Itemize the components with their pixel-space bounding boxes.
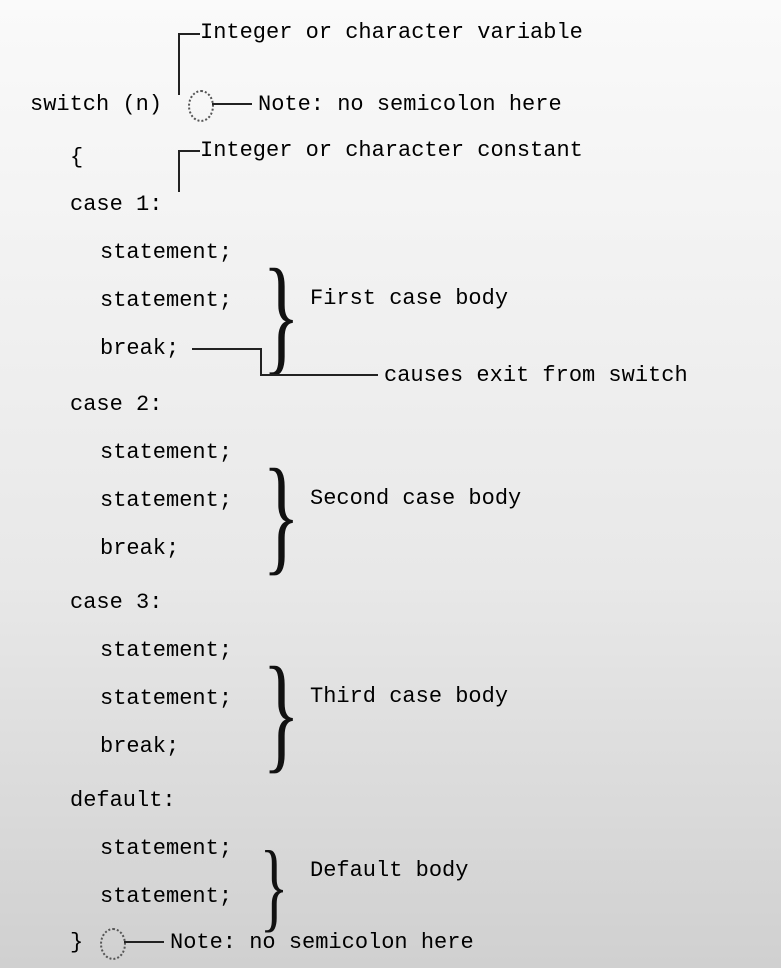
code-open-brace: { <box>70 145 83 170</box>
code-default-stmt2: statement; <box>100 884 232 909</box>
code-default: default: <box>70 788 176 813</box>
code-case1: case 1: <box>70 192 162 217</box>
code-case2: case 2: <box>70 392 162 417</box>
label-third-body: Third case body <box>310 684 508 709</box>
code-close-brace: } <box>70 930 83 955</box>
brace-first-body: } <box>262 250 299 380</box>
lead-line-no-semicolon-top <box>212 103 252 105</box>
code-case3-break: break; <box>100 734 179 759</box>
code-case2-break: break; <box>100 536 179 561</box>
code-case2-stmt1: statement; <box>100 440 232 465</box>
code-default-stmt1: statement; <box>100 836 232 861</box>
brace-default-body: } <box>260 836 289 936</box>
label-no-semicolon-bottom: Note: no semicolon here <box>170 930 474 955</box>
brace-second-body: } <box>262 450 299 580</box>
code-case3: case 3: <box>70 590 162 615</box>
code-case1-stmt1: statement; <box>100 240 232 265</box>
label-default-body: Default body <box>310 858 468 883</box>
code-case3-stmt1: statement; <box>100 638 232 663</box>
lead-line-exit-h2 <box>260 374 378 376</box>
code-case3-stmt2: statement; <box>100 686 232 711</box>
lead-line-exit-v <box>260 348 262 376</box>
lead-corner-constant <box>178 150 200 192</box>
code-case1-stmt2: statement; <box>100 288 232 313</box>
code-case1-break: break; <box>100 336 179 361</box>
brace-third-body: } <box>262 648 299 778</box>
label-first-body: First case body <box>310 286 508 311</box>
lead-corner-top <box>178 33 200 95</box>
dotted-ellipse-bottom <box>100 928 126 960</box>
label-second-body: Second case body <box>310 486 521 511</box>
dotted-ellipse-top <box>188 90 214 122</box>
lead-line-no-semicolon-bottom <box>124 941 164 943</box>
label-exit: causes exit from switch <box>384 363 688 388</box>
label-integer-variable: Integer or character variable <box>200 20 583 45</box>
code-case2-stmt2: statement; <box>100 488 232 513</box>
code-switch: switch (n) <box>30 92 162 117</box>
label-no-semicolon-top: Note: no semicolon here <box>258 92 562 117</box>
label-integer-constant: Integer or character constant <box>200 138 583 163</box>
lead-line-exit-h1 <box>192 348 262 350</box>
